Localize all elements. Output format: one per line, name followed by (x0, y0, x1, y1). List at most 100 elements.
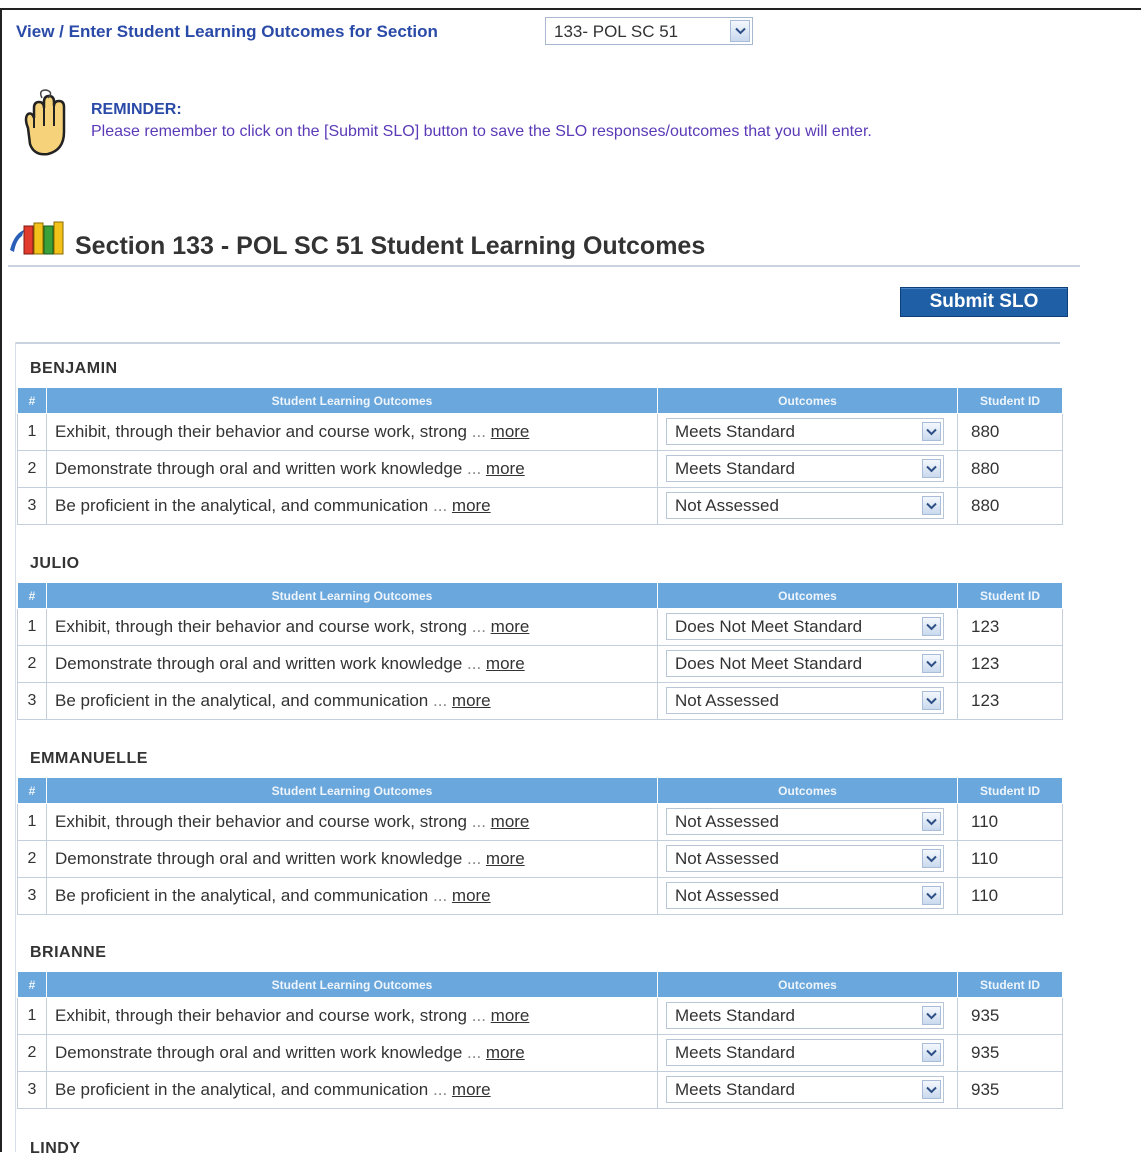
slo-text: Demonstrate through oral and written wor… (55, 1043, 463, 1062)
more-link[interactable]: more (486, 849, 525, 868)
row-number: 2 (17, 450, 47, 488)
outcome-cell: Meets Standard (657, 1071, 958, 1109)
more-link[interactable]: more (486, 654, 525, 673)
col-header-outcomes: Outcomes (657, 387, 958, 414)
col-header-slo: Student Learning Outcomes (46, 777, 658, 804)
col-header-student-id: Student ID (957, 971, 1063, 998)
more-link[interactable]: more (491, 617, 530, 636)
ellipsis: ... (467, 459, 482, 478)
table-row: 3 Be proficient in the analytical, and co… (17, 487, 1063, 525)
table-header-row: # Student Learning Outcomes Outcomes Studen… (17, 971, 1063, 998)
chevron-down-icon[interactable] (922, 812, 941, 831)
table-row: 1 Exhibit, through their behavior and cou… (17, 997, 1063, 1035)
ellipsis: ... (471, 1006, 486, 1025)
student-name: BRIANNE (30, 944, 107, 961)
outcome-select[interactable]: Meets Standard (666, 418, 944, 445)
row-number: 2 (17, 840, 47, 878)
books-icon (10, 221, 64, 255)
chevron-down-icon[interactable] (922, 849, 941, 868)
outcome-select[interactable]: Does Not Meet Standard (666, 613, 944, 640)
slo-description: Exhibit, through their behavior and cour… (46, 803, 658, 841)
outcome-cell: Meets Standard (657, 997, 958, 1035)
ellipsis: ... (433, 1080, 448, 1099)
slo-description: Demonstrate through oral and written wor… (46, 840, 658, 878)
slo-description: Demonstrate through oral and written wor… (46, 645, 658, 683)
table-row: 3 Be proficient in the analytical, and co… (17, 877, 1063, 915)
outcome-select[interactable]: Not Assessed (666, 845, 944, 872)
slo-text: Exhibit, through their behavior and cour… (55, 812, 468, 831)
outcome-select[interactable]: Meets Standard (666, 1039, 944, 1066)
student-id: 123 (957, 608, 1063, 646)
chevron-down-icon[interactable] (922, 886, 941, 905)
outcome-select[interactable]: Not Assessed (666, 808, 944, 835)
outcome-select-value: Not Assessed (675, 812, 779, 831)
ellipsis: ... (471, 812, 486, 831)
student-id: 110 (957, 877, 1063, 915)
outcome-cell: Not Assessed (657, 803, 958, 841)
chevron-down-icon[interactable] (922, 654, 941, 673)
chevron-down-icon[interactable] (922, 459, 941, 478)
ellipsis: ... (433, 886, 448, 905)
ellipsis: ... (467, 849, 482, 868)
outcome-select-value: Does Not Meet Standard (675, 654, 863, 673)
chevron-down-icon[interactable] (730, 20, 750, 42)
chevron-down-icon[interactable] (922, 1006, 941, 1025)
more-link[interactable]: more (452, 691, 491, 710)
row-number: 1 (17, 608, 47, 646)
outcome-select-value: Not Assessed (675, 691, 779, 710)
outcome-select[interactable]: Not Assessed (666, 492, 944, 519)
outcome-select-value: Meets Standard (675, 1006, 796, 1025)
outcome-select[interactable]: Meets Standard (666, 1002, 944, 1029)
col-header-slo: Student Learning Outcomes (46, 387, 658, 414)
more-link[interactable]: more (491, 1006, 530, 1025)
chevron-down-icon[interactable] (922, 1080, 941, 1099)
col-header-outcomes: Outcomes (657, 971, 958, 998)
col-header-num: # (17, 582, 47, 609)
more-link[interactable]: more (491, 422, 530, 441)
student-name: BENJAMIN (30, 360, 118, 377)
more-link[interactable]: more (452, 496, 491, 515)
table-header-row: # Student Learning Outcomes Outcomes Studen… (17, 387, 1063, 414)
chevron-down-icon[interactable] (922, 496, 941, 515)
outcome-select[interactable]: Does Not Meet Standard (666, 650, 944, 677)
slo-text: Be proficient in the analytical, and com… (55, 691, 429, 710)
section-select[interactable]: 133- POL SC 51 (545, 17, 753, 45)
outcome-cell: Not Assessed (657, 487, 958, 525)
outcome-select-value: Not Assessed (675, 849, 779, 868)
chevron-down-icon[interactable] (922, 1043, 941, 1062)
panel-top-divider (15, 342, 1060, 344)
student-id: 123 (957, 682, 1063, 720)
slo-text: Be proficient in the analytical, and com… (55, 886, 429, 905)
more-link[interactable]: more (486, 1043, 525, 1062)
ellipsis: ... (433, 496, 448, 515)
student-id: 935 (957, 1034, 1063, 1072)
outcome-select-value: Meets Standard (675, 1080, 796, 1099)
chevron-down-icon[interactable] (922, 617, 941, 636)
row-number: 2 (17, 645, 47, 683)
chevron-down-icon[interactable] (922, 691, 941, 710)
more-link[interactable]: more (452, 886, 491, 905)
table-row: 1 Exhibit, through their behavior and cou… (17, 803, 1063, 841)
slo-description: Be proficient in the analytical, and com… (46, 487, 658, 525)
outcome-select-value: Not Assessed (675, 886, 779, 905)
col-header-num: # (17, 777, 47, 804)
more-link[interactable]: more (452, 1080, 491, 1099)
slo-description: Exhibit, through their behavior and cour… (46, 413, 658, 451)
ellipsis: ... (471, 617, 486, 636)
more-link[interactable]: more (491, 812, 530, 831)
chevron-down-icon[interactable] (922, 422, 941, 441)
submit-slo-button[interactable]: Submit SLO (900, 287, 1068, 317)
row-number: 1 (17, 997, 47, 1035)
outcome-cell: Does Not Meet Standard (657, 645, 958, 683)
student-id: 935 (957, 1071, 1063, 1109)
table-row: 3 Be proficient in the analytical, and co… (17, 1071, 1063, 1109)
more-link[interactable]: more (486, 459, 525, 478)
outcome-select[interactable]: Meets Standard (666, 1076, 944, 1103)
reminder-title: REMINDER: (91, 101, 182, 118)
col-header-slo: Student Learning Outcomes (46, 582, 658, 609)
outcome-select[interactable]: Meets Standard (666, 455, 944, 482)
outcome-select[interactable]: Not Assessed (666, 687, 944, 714)
slo-text: Exhibit, through their behavior and cour… (55, 1006, 468, 1025)
outcome-select[interactable]: Not Assessed (666, 882, 944, 909)
slo-description: Demonstrate through oral and written wor… (46, 450, 658, 488)
